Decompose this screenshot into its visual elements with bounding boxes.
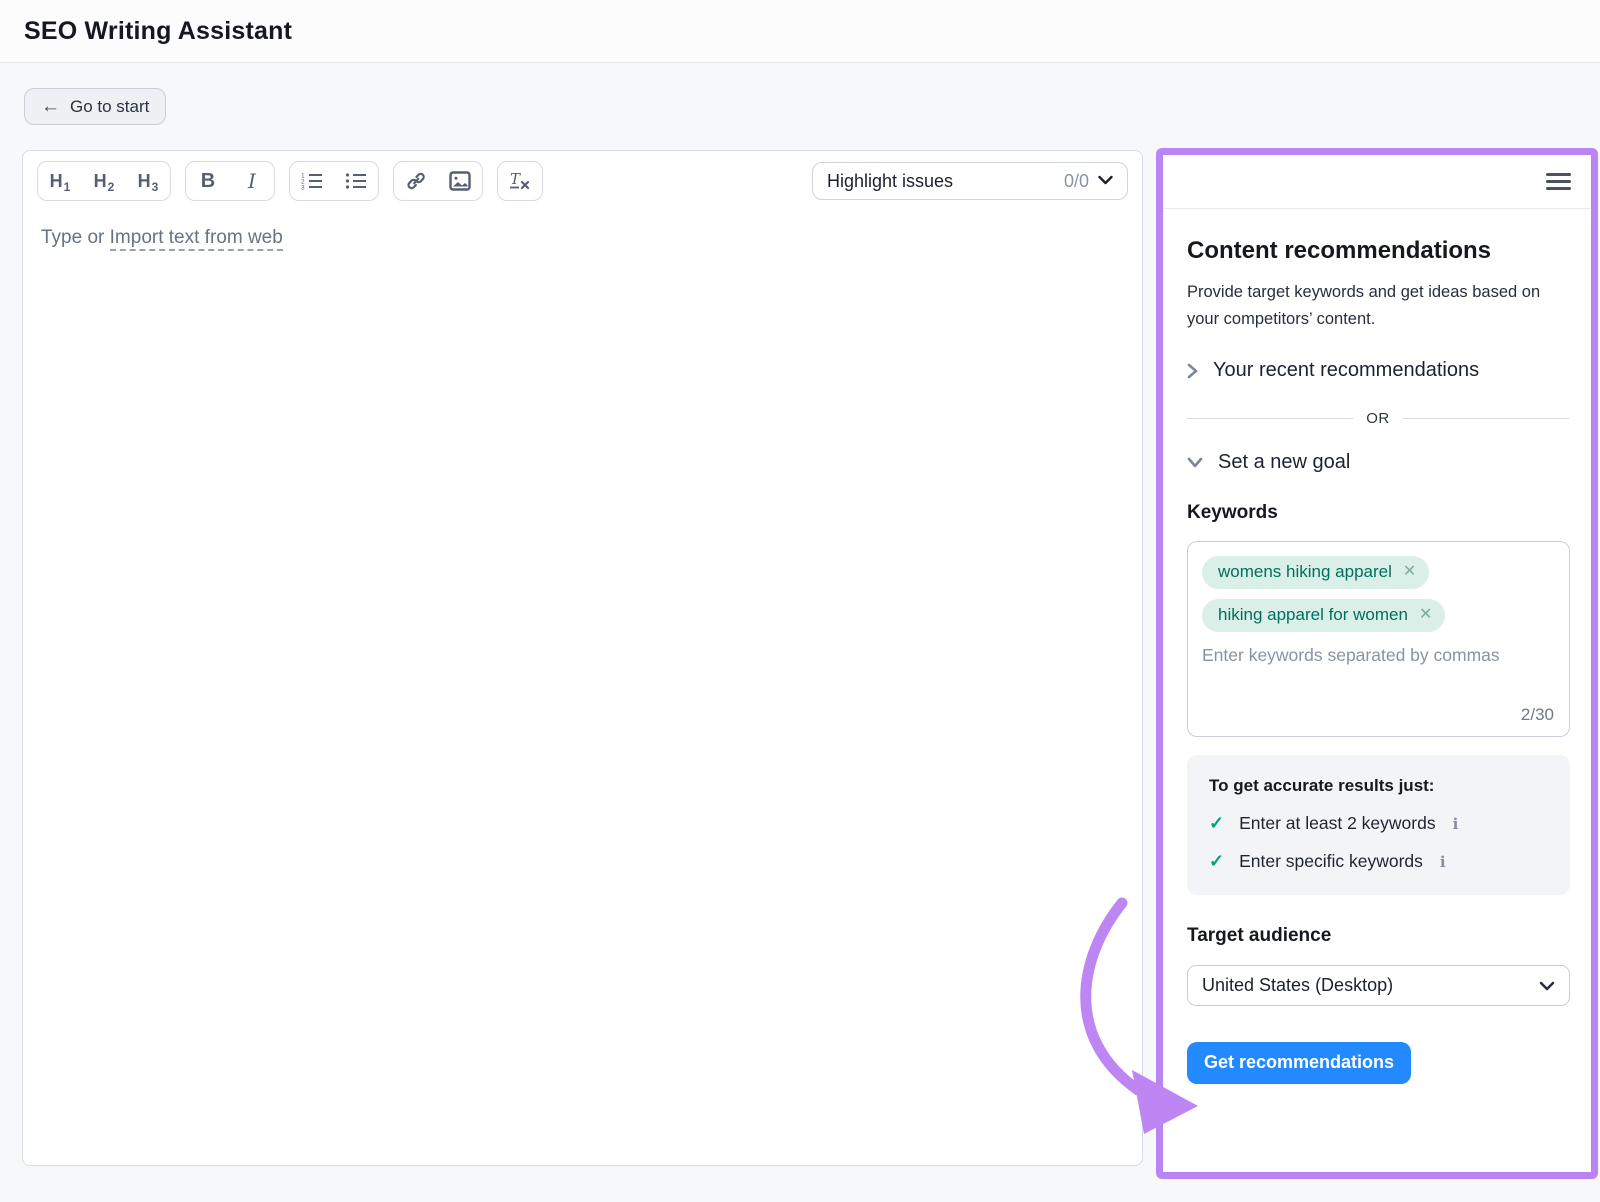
highlight-issues-label: Highlight issues — [827, 171, 953, 192]
panel-title: Content recommendations — [1187, 237, 1569, 265]
clear-formatting-button[interactable]: T — [498, 162, 542, 200]
app-header: SEO Writing Assistant — [0, 0, 1600, 63]
target-audience-label: Target audience — [1187, 925, 1569, 947]
keyword-tag-text: womens hiking apparel — [1218, 562, 1392, 582]
recent-recommendations-label: Your recent recommendations — [1213, 359, 1479, 382]
keywords-counter: 2/30 — [1521, 705, 1554, 725]
keyword-tag-list: womens hiking apparel ✕ hiking apparel f… — [1202, 556, 1555, 632]
go-to-start-button[interactable]: ← Go to start — [24, 88, 166, 125]
remove-keyword-icon[interactable]: ✕ — [1419, 607, 1432, 623]
h3-label: H — [138, 171, 151, 192]
placeholder-prefix: Type or — [41, 227, 110, 248]
set-new-goal-label: Set a new goal — [1218, 451, 1350, 474]
panel-content: Content recommendations Provide target k… — [1163, 209, 1591, 1084]
svg-text:3: 3 — [301, 185, 305, 192]
list-button-group: 1 2 3 — [289, 161, 379, 201]
panel-topbar — [1163, 155, 1591, 209]
import-text-link[interactable]: Import text from web — [110, 227, 283, 251]
italic-button[interactable]: I — [230, 162, 274, 200]
remove-keyword-icon[interactable]: ✕ — [1403, 564, 1416, 580]
tips-title: To get accurate results just: — [1209, 776, 1550, 796]
ordered-list-icon: 1 2 3 — [301, 171, 323, 191]
tip-row: ✓ Enter specific keywords i — [1209, 851, 1550, 872]
checkmark-icon: ✓ — [1209, 851, 1224, 872]
info-icon[interactable]: i — [1453, 815, 1459, 833]
editor-placeholder: Type or Import text from web — [41, 227, 283, 251]
svg-text:T: T — [510, 171, 521, 188]
tip-text: Enter specific keywords — [1239, 851, 1423, 872]
target-audience-value: United States (Desktop) — [1202, 975, 1393, 996]
clear-formatting-icon: T — [508, 171, 532, 191]
tip-row: ✓ Enter at least 2 keywords i — [1209, 813, 1550, 834]
keyword-tag: womens hiking apparel ✕ — [1202, 556, 1429, 589]
chevron-down-icon — [1098, 172, 1113, 190]
h1-label: H — [50, 171, 63, 192]
text-style-button-group: B I — [185, 161, 275, 201]
clear-format-group: T — [497, 161, 543, 201]
insert-link-button[interactable] — [394, 162, 438, 200]
h1-sub: 1 — [64, 180, 71, 194]
image-icon — [449, 171, 471, 191]
editor-text-area[interactable]: Type or Import text from web — [23, 209, 1142, 267]
left-arrow-icon: ← — [41, 97, 60, 116]
chevron-down-icon — [1539, 981, 1555, 991]
heading-button-group: H1 H2 H3 — [37, 161, 171, 201]
bullet-list-icon — [345, 171, 367, 191]
editor-toolbar: H1 H2 H3 B I 1 2 3 — [23, 151, 1142, 209]
issues-count: 0/0 — [1064, 171, 1089, 192]
chevron-right-icon — [1187, 363, 1198, 379]
keywords-input[interactable]: womens hiking apparel ✕ hiking apparel f… — [1187, 541, 1570, 737]
accuracy-tips-box: To get accurate results just: ✓ Enter at… — [1187, 755, 1570, 895]
link-icon — [405, 171, 427, 191]
checkmark-icon: ✓ — [1209, 813, 1224, 834]
or-divider: OR — [1187, 410, 1569, 427]
ordered-list-button[interactable]: 1 2 3 — [290, 162, 334, 200]
h2-label: H — [94, 171, 107, 192]
editor-card: H1 H2 H3 B I 1 2 3 — [22, 150, 1143, 1166]
chevron-down-icon — [1187, 457, 1203, 468]
go-to-start-label: Go to start — [70, 97, 149, 117]
panel-description: Provide target keywords and get ideas ba… — [1187, 279, 1557, 333]
heading-1-button[interactable]: H1 — [38, 162, 82, 200]
content-recommendations-panel: Content recommendations Provide target k… — [1156, 148, 1598, 1179]
bullet-list-button[interactable] — [334, 162, 378, 200]
keywords-placeholder: Enter keywords separated by commas — [1202, 645, 1555, 666]
heading-3-button[interactable]: H3 — [126, 162, 170, 200]
bold-button[interactable]: B — [186, 162, 230, 200]
h2-sub: 2 — [108, 180, 115, 194]
keywords-label: Keywords — [1187, 502, 1569, 524]
set-new-goal-toggle[interactable]: Set a new goal — [1187, 451, 1569, 474]
page-title: SEO Writing Assistant — [24, 17, 292, 46]
info-icon[interactable]: i — [1440, 853, 1446, 871]
tip-text: Enter at least 2 keywords — [1239, 813, 1435, 834]
get-recommendations-button[interactable]: Get recommendations — [1187, 1042, 1411, 1084]
heading-2-button[interactable]: H2 — [82, 162, 126, 200]
menu-icon[interactable] — [1546, 169, 1571, 194]
keyword-tag-text: hiking apparel for women — [1218, 605, 1408, 625]
recent-recommendations-toggle[interactable]: Your recent recommendations — [1187, 359, 1569, 382]
or-label: OR — [1366, 410, 1390, 427]
keyword-tag: hiking apparel for women ✕ — [1202, 599, 1445, 632]
insert-image-button[interactable] — [438, 162, 482, 200]
insert-button-group — [393, 161, 483, 201]
h3-sub: 3 — [152, 180, 159, 194]
highlight-issues-dropdown[interactable]: Highlight issues 0/0 — [812, 162, 1128, 200]
target-audience-select[interactable]: United States (Desktop) — [1187, 965, 1570, 1006]
